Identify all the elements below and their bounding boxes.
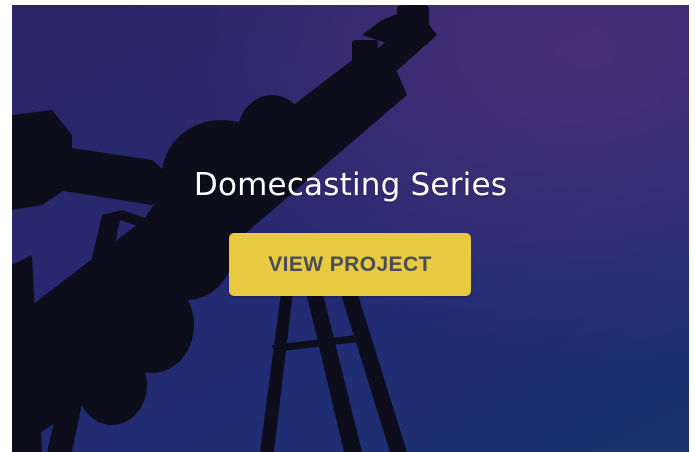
project-card[interactable]: Domecasting Series VIEW PROJECT xyxy=(12,5,689,452)
image-overlay xyxy=(12,5,689,452)
view-project-button[interactable]: VIEW PROJECT xyxy=(229,233,471,296)
project-title: Domecasting Series xyxy=(193,167,508,203)
